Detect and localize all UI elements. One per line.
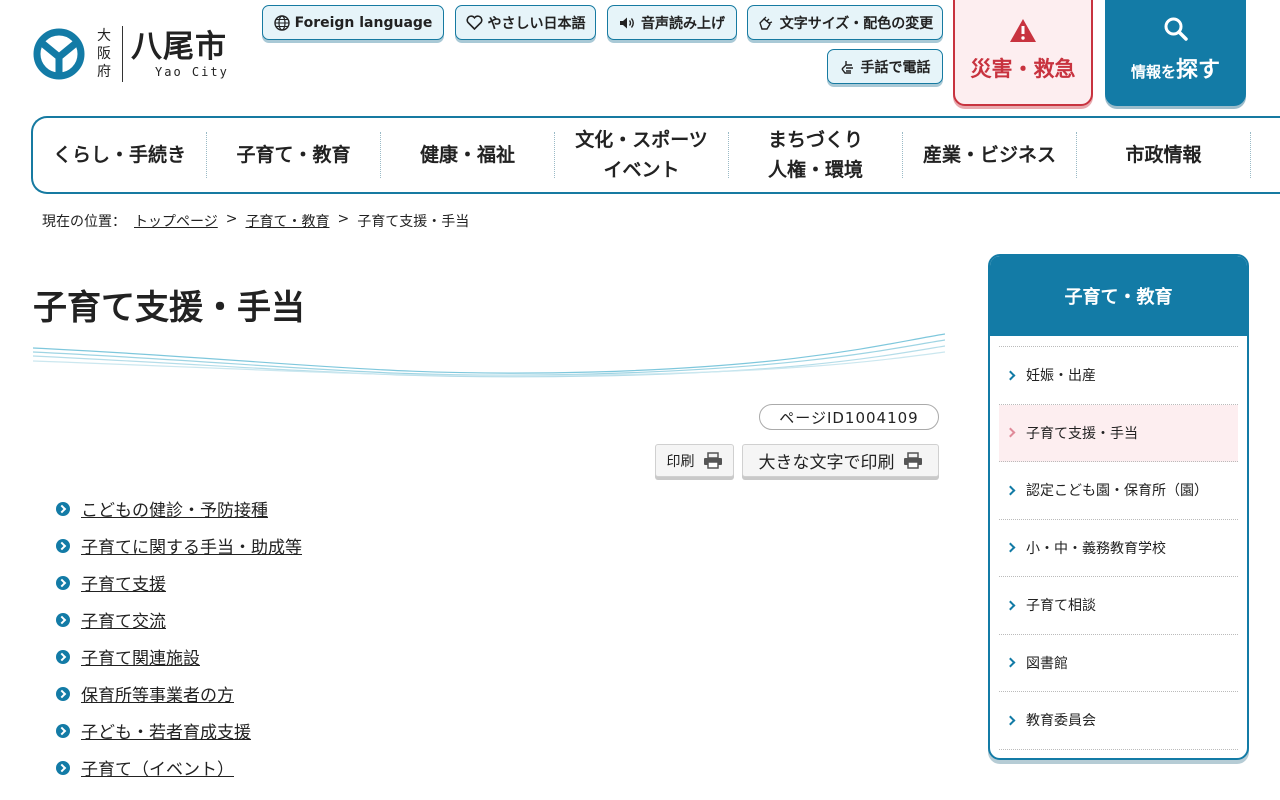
foreign-language-label: Foreign language [294,14,433,31]
link-childcare-support[interactable]: 子育て支援 [81,570,166,595]
text-size-color-button[interactable]: 文字サイズ・配色の変更 [747,5,943,40]
global-nav: くらし・手続き 子育て・教育 健康・福祉 文化・スポーツ イベント まちづくり 人権… [31,116,1280,194]
breadcrumb-current: 子育て支援・手当 [357,214,470,230]
sidebar-item-library[interactable]: 図書館 [999,635,1238,692]
breadcrumb-link-top[interactable]: トップページ [134,211,218,231]
search-info-button[interactable]: 情報を探す [1105,0,1246,106]
sign-language-icon [840,60,853,74]
city-name-en: Yao City [155,65,229,79]
read-aloud-button[interactable]: 音声読み上げ [607,5,737,40]
link-allowances[interactable]: 子育てに関する手当・助成等 [81,533,302,558]
bullet-arrow-icon [56,575,70,590]
breadcrumb-separator: > [225,211,238,227]
list-item: 子育て関連施設 [56,638,302,675]
breadcrumb: 現在の位置： トップページ > 子育て・教育 > 子育て支援・手当 [42,211,469,231]
list-item: 保育所等事業者の方 [56,675,302,712]
sidebar-item-pregnancy[interactable]: 妊娠・出産 [999,347,1238,405]
gnav-item-town-planning[interactable]: まちづくり 人権・環境 [729,129,903,181]
chevron-right-icon [1005,542,1016,553]
gnav-item-culture-sports[interactable]: 文化・スポーツ イベント [555,129,729,181]
print-button[interactable]: 印刷 [655,444,734,477]
link-childcare-exchange[interactable]: 子育て交流 [81,607,166,632]
warning-icon [1010,18,1036,42]
sidebar-item-nursery[interactable]: 認定こども園・保育所（園） [999,462,1238,520]
link-childcare-events[interactable]: 子育て（イベント） [81,755,234,780]
breadcrumb-prefix: 現在の位置： [42,214,126,230]
read-aloud-label: 音声読み上げ [641,15,725,32]
bullet-arrow-icon [56,538,70,553]
list-item: 子育て支援 [56,564,302,601]
sidebar-category-nav: 子育て・教育 妊娠・出産 子育て支援・手当 認定こども園・保育所（園） 小・中・… [988,254,1249,760]
speaker-icon [620,17,634,28]
city-name: 八尾市 [131,29,227,65]
emergency-button[interactable]: 災害・救急 [953,0,1093,106]
link-health-checkup[interactable]: こどもの健診・予防接種 [81,496,268,521]
breadcrumb-link-childcare[interactable]: 子育て・教育 [245,211,329,231]
heart-icon [465,15,483,30]
chevron-right-icon [1005,657,1016,668]
sidebar-item-label: 認定こども園・保育所（園） [1026,483,1208,500]
gnav-item-industry-business[interactable]: 産業・ビジネス [903,132,1077,178]
sidebar-item-consultation[interactable]: 子育て相談 [999,577,1238,635]
bullet-arrow-icon [56,501,70,516]
sidebar-item-label: 子育て支援・手当 [1026,425,1138,442]
bullet-arrow-icon [56,686,70,701]
emergency-label: 災害・救急 [970,56,1076,81]
hand-pointer-icon [758,16,772,30]
chevron-right-icon [1005,600,1016,611]
print-label: 印刷 [666,453,695,470]
gnav-item-health-welfare[interactable]: 健康・福祉 [381,132,555,178]
page-id-badge: ページID1004109 [759,404,939,430]
gnav-item-childcare-education[interactable]: 子育て・教育 [207,132,381,178]
text-size-color-label: 文字サイズ・配色の変更 [779,15,934,32]
sidebar-item-label: 教育委員会 [1026,713,1096,730]
list-item: 子ども・若者育成支援 [56,712,302,749]
list-item: 子育て交流 [56,601,302,638]
print-large-label: 大きな文字で印刷 [758,453,895,473]
sidebar-item-board-of-education[interactable]: 教育委員会 [999,692,1238,750]
sidebar-title[interactable]: 子育て・教育 [990,256,1247,336]
chevron-right-icon [1005,370,1016,381]
list-item: 子育て（イベント） [56,749,302,786]
prefecture-label: 大阪府 [97,28,111,80]
sidebar-item-label: 図書館 [1026,655,1068,672]
link-nursery-operators[interactable]: 保育所等事業者の方 [81,681,234,706]
printer-icon [703,452,722,469]
globe-icon [273,14,290,31]
print-large-text-button[interactable]: 大きな文字で印刷 [742,444,939,477]
list-item: 子育てに関する手当・助成等 [56,527,302,564]
sidebar-item-schools[interactable]: 小・中・義務教育学校 [999,520,1238,577]
city-logo[interactable]: 大阪府 八尾市 Yao City [32,26,229,82]
link-youth-development[interactable]: 子ども・若者育成支援 [81,718,251,743]
easy-japanese-button[interactable]: やさしい日本語 [455,5,596,40]
search-icon [1164,17,1188,41]
city-emblem-icon [33,28,85,80]
easy-japanese-label: やさしい日本語 [487,15,586,32]
bullet-arrow-icon [56,760,70,775]
sidebar-item-label: 妊娠・出産 [1026,368,1096,385]
chevron-right-icon [1005,427,1016,438]
link-childcare-facilities[interactable]: 子育て関連施設 [81,644,200,669]
gnav-item-city-government[interactable]: 市政情報 [1077,132,1251,178]
logo-divider [122,26,123,82]
foreign-language-button[interactable]: Foreign language [262,5,444,40]
chevron-right-icon [1005,715,1016,726]
title-wave-decoration [33,333,945,378]
bullet-arrow-icon [56,723,70,738]
gnav-item-living[interactable]: くらし・手続き [33,132,207,178]
sidebar-item-label: 小・中・義務教育学校 [1026,540,1166,557]
sign-language-phone-label: 手話で電話 [860,59,931,76]
search-info-label: 情報を探す [1130,58,1221,83]
bullet-arrow-icon [56,649,70,664]
category-link-list: こどもの健診・予防接種 子育てに関する手当・助成等 子育て支援 子育て交流 子育… [56,490,302,786]
sign-language-phone-button[interactable]: 手話で電話 [827,49,943,84]
page-title: 子育て支援・手当 [33,288,305,328]
sidebar-item-childcare-support[interactable]: 子育て支援・手当 [999,404,1238,462]
breadcrumb-separator: > [337,211,350,227]
list-item: こどもの健診・予防接種 [56,490,302,527]
printer-icon [903,452,922,469]
chevron-right-icon [1005,485,1016,496]
bullet-arrow-icon [56,612,70,627]
sidebar-item-label: 子育て相談 [1026,598,1096,615]
